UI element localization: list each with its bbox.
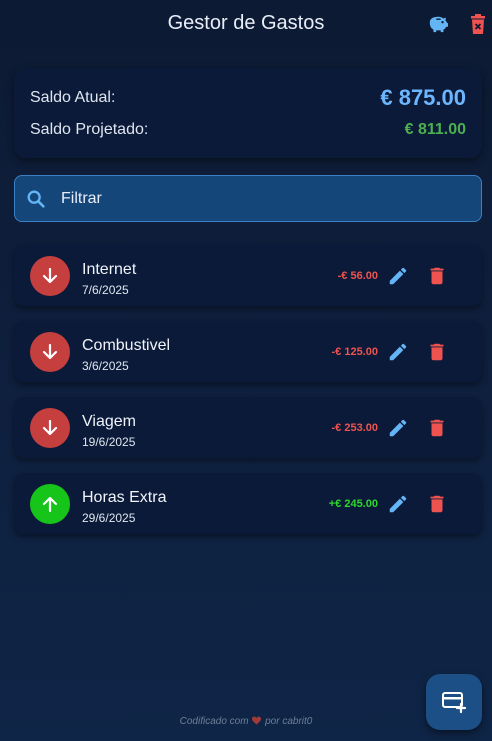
trash-icon <box>430 267 444 285</box>
current-balance-label: Saldo Atual: <box>30 89 116 106</box>
delete-button[interactable] <box>426 265 448 287</box>
transaction-row[interactable]: Internet 7/6/2025 -€ 56.00 <box>14 245 482 306</box>
savings-button[interactable] <box>427 12 449 36</box>
delete-button[interactable] <box>426 493 448 515</box>
current-balance-row: Saldo Atual: € 875.00 <box>30 84 466 112</box>
transaction-name: Internet <box>82 261 137 278</box>
trash-icon <box>430 495 444 513</box>
expense-badge <box>30 408 70 448</box>
balance-card: Saldo Atual: € 875.00 Saldo Projetado: €… <box>14 68 482 158</box>
current-balance-value: € 875.00 <box>380 85 466 110</box>
transaction-date: 29/6/2025 <box>82 511 136 525</box>
transaction-date: 19/6/2025 <box>82 435 136 449</box>
transaction-name: Combustivel <box>82 337 171 354</box>
edit-button[interactable] <box>387 417 409 439</box>
delete-icon <box>471 14 485 34</box>
pencil-icon <box>389 495 407 513</box>
arrow-down-icon <box>42 343 58 360</box>
pencil-icon <box>389 419 407 437</box>
heart-icon <box>252 716 262 725</box>
expense-badge <box>30 256 70 296</box>
expense-badge <box>30 332 70 372</box>
piggy-bank-icon <box>429 16 448 33</box>
projected-balance-value: € 811.00 <box>404 121 466 138</box>
transaction-row[interactable]: Viagem 19/6/2025 -€ 253.00 <box>14 397 482 458</box>
pencil-icon <box>389 267 407 285</box>
projected-balance-row: Saldo Projetado: € 811.00 <box>30 118 466 142</box>
trash-icon <box>430 419 444 437</box>
transaction-row[interactable]: Combustivel 3/6/2025 -€ 125.00 <box>14 321 482 382</box>
transaction-name: Viagem <box>82 413 136 430</box>
transaction-date: 3/6/2025 <box>82 359 129 373</box>
transaction-date: 7/6/2025 <box>82 283 129 297</box>
income-badge <box>30 484 70 524</box>
app-header: Gestor de Gastos <box>0 0 492 48</box>
footer-credit: Codificado com por cabrit0 <box>0 715 492 727</box>
trash-icon <box>430 343 444 361</box>
arrow-down-icon <box>42 267 58 284</box>
transaction-amount: +€ 245.00 <box>328 498 378 510</box>
filter-field[interactable] <box>14 175 482 222</box>
arrow-up-icon <box>42 496 58 513</box>
footer-suffix: por cabrit0 <box>265 716 313 727</box>
app-title: Gestor de Gastos <box>167 12 325 34</box>
add-transaction-button[interactable] <box>426 674 482 730</box>
delete-button[interactable] <box>426 341 448 363</box>
edit-button[interactable] <box>387 341 409 363</box>
transaction-name: Horas Extra <box>82 489 167 506</box>
filter-input[interactable] <box>59 188 481 209</box>
transaction-list: Internet 7/6/2025 -€ 56.00 Combustivel 3… <box>14 245 482 549</box>
transaction-amount: -€ 125.00 <box>331 346 378 358</box>
edit-button[interactable] <box>387 265 409 287</box>
projected-balance-label: Saldo Projetado: <box>30 121 149 138</box>
transaction-row[interactable]: Horas Extra 29/6/2025 +€ 245.00 <box>14 473 482 534</box>
edit-button[interactable] <box>387 493 409 515</box>
delete-button[interactable] <box>426 417 448 439</box>
transaction-amount: -€ 253.00 <box>331 422 378 434</box>
pencil-icon <box>389 343 407 361</box>
search-icon <box>25 188 47 210</box>
arrow-down-icon <box>42 419 58 436</box>
clear-all-button[interactable] <box>467 12 489 36</box>
footer-prefix: Codificado com <box>179 716 249 727</box>
add-card-icon <box>442 692 467 714</box>
transaction-amount: -€ 56.00 <box>337 270 378 282</box>
